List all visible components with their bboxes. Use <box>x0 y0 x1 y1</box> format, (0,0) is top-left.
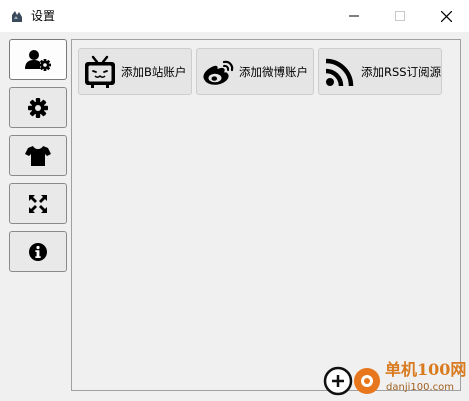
add-weibo-label: 添加微博账户 <box>239 64 308 79</box>
minimize-button[interactable] <box>331 0 377 32</box>
tshirt-icon <box>25 145 51 166</box>
minimize-icon <box>349 15 359 17</box>
weibo-icon <box>203 60 234 85</box>
sidebar-item-display[interactable] <box>9 183 67 224</box>
close-button[interactable] <box>423 0 469 32</box>
bilibili-tv-icon <box>85 55 115 88</box>
add-bilibili-button[interactable]: 添加B站账户 <box>78 48 192 95</box>
watermark-title: 单机100网 <box>385 360 467 379</box>
gear-icon <box>28 97 48 118</box>
sidebar-item-about[interactable] <box>9 231 67 272</box>
add-rss-button[interactable]: 添加RSS订阅源 <box>318 48 442 95</box>
sidebar-item-settings[interactable] <box>9 87 67 128</box>
maximize-icon <box>395 11 405 21</box>
user-cog-icon <box>25 49 51 71</box>
maximize-button[interactable] <box>377 0 423 32</box>
watermark: 单机100网 danji100.com <box>322 360 467 400</box>
watermark-logo-icon <box>323 366 380 396</box>
sidebar-item-theme[interactable] <box>9 135 67 176</box>
close-icon <box>440 10 452 22</box>
watermark-url: danji100.com <box>386 382 454 393</box>
rss-icon <box>325 58 354 86</box>
app-logo-icon <box>12 11 22 22</box>
content-panel: 添加B站账户 添加微博账户 添加RSS订阅源 <box>71 39 461 391</box>
add-rss-label: 添加RSS订阅源 <box>361 64 442 79</box>
title-bar[interactable]: 设置 <box>0 0 469 32</box>
window-title: 设置 <box>31 9 56 23</box>
expand-icon <box>29 194 47 213</box>
info-icon <box>29 242 47 261</box>
add-bilibili-label: 添加B站账户 <box>121 64 187 79</box>
add-weibo-button[interactable]: 添加微博账户 <box>196 48 314 95</box>
sidebar-item-accounts[interactable] <box>9 39 67 80</box>
